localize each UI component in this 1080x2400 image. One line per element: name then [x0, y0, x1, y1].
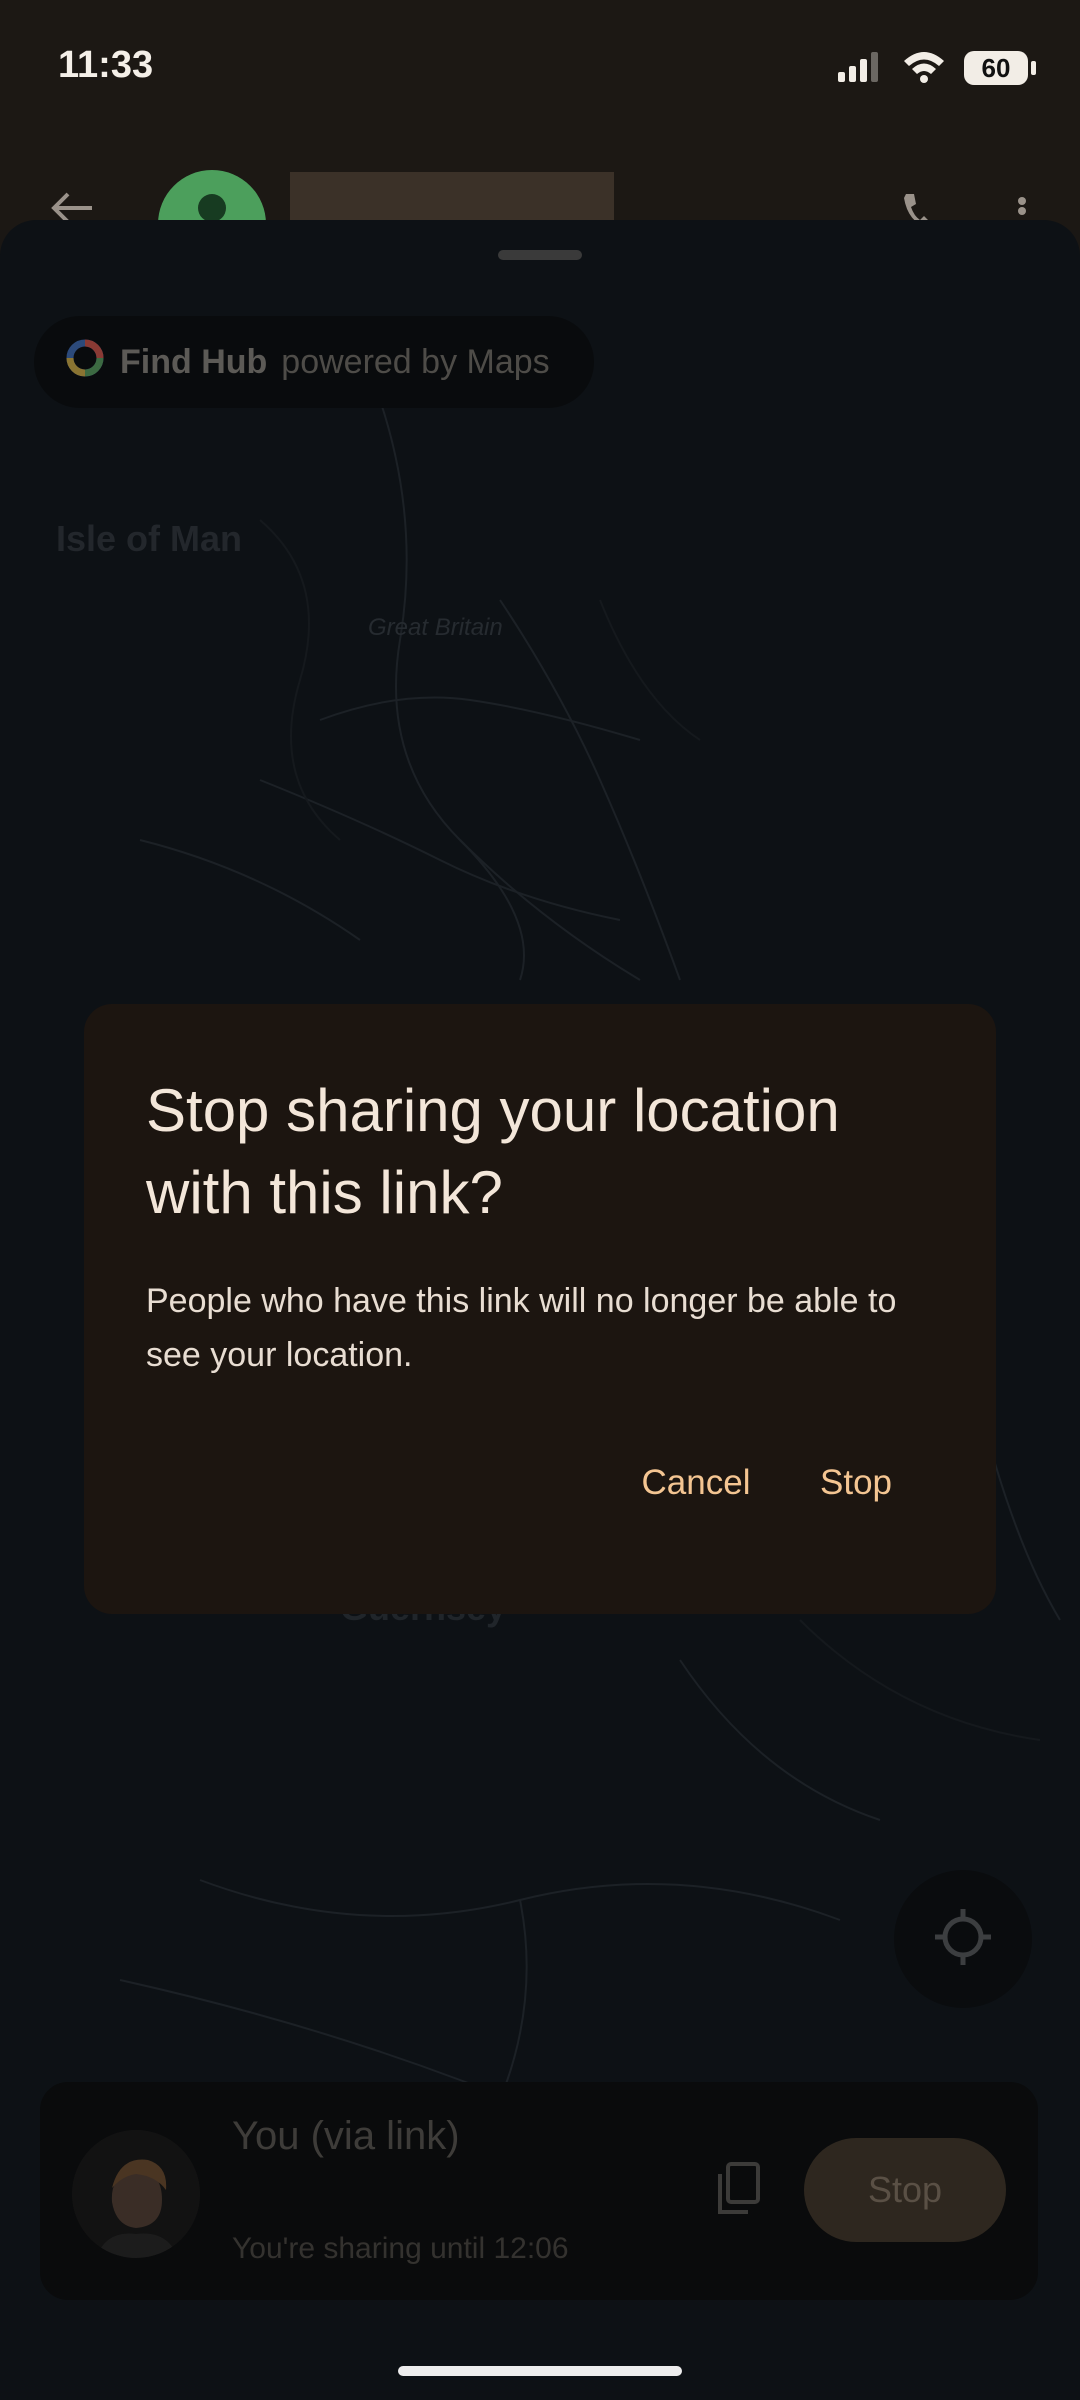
signal-icon [838, 50, 884, 87]
sharing-until: You're sharing until 12:06 [232, 2232, 569, 2265]
find-hub-logo-icon [64, 337, 106, 388]
sheet-drag-handle[interactable] [498, 250, 582, 260]
copy-link-icon[interactable] [714, 2160, 762, 2221]
dialog-body: People who have this link will no longer… [146, 1282, 897, 1374]
stop-button[interactable]: Stop [796, 1446, 916, 1520]
status-bar: 11:33 60 [0, 0, 1080, 130]
stop-sharing-dialog: Stop sharing your location with this lin… [84, 1004, 996, 1614]
app-header [0, 130, 1080, 278]
status-icons: 60 [838, 48, 1036, 88]
find-hub-chip: Find Hub powered by Maps [34, 316, 594, 408]
sharing-card: You (via link) You're sharing until 12:0… [40, 2082, 1038, 2300]
crosshair-icon [933, 1907, 993, 1972]
map-label-great-britain: Great Britain [368, 614, 503, 641]
map-label-isle-of-man: Isle of Man [56, 518, 243, 559]
my-location-button[interactable] [894, 1870, 1032, 2008]
cancel-button[interactable]: Cancel [616, 1446, 776, 1520]
user-avatar [72, 2130, 200, 2258]
sharing-name: You (via link) [232, 2114, 460, 2158]
chip-tagline: powered by Maps [281, 342, 550, 381]
stop-sharing-button[interactable]: Stop [804, 2138, 1006, 2242]
status-time: 11:33 [58, 44, 154, 86]
chip-brand: Find Hub [120, 342, 268, 381]
home-indicator[interactable] [398, 2366, 682, 2376]
wifi-icon [902, 49, 946, 88]
battery-icon: 60 [964, 51, 1036, 85]
dialog-title: Stop sharing your location with this lin… [146, 1077, 840, 1226]
